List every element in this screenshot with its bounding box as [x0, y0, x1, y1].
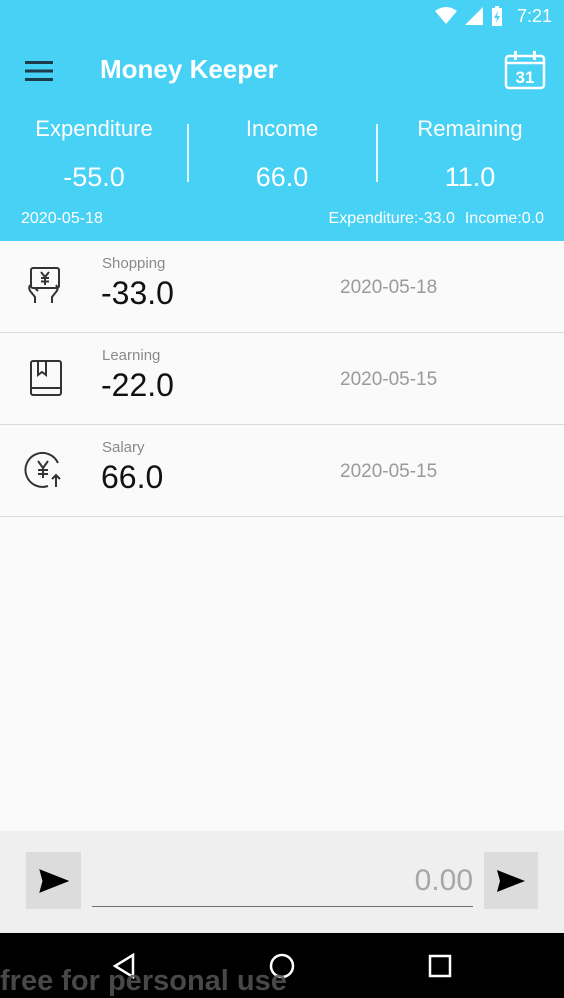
status-bar: 7:21 [0, 0, 564, 32]
daily-income: Income:0.0 [464, 210, 544, 227]
salary-icon [22, 447, 68, 493]
daily-expenditure: Expenditure:-33.0 [328, 210, 455, 227]
current-date: 2020-05-18 [21, 210, 103, 227]
list-item[interactable]: Learning -22.0 2020-05-15 [0, 333, 564, 425]
income-value: 66.0 [255, 162, 309, 192]
calendar-icon: 31 [504, 51, 546, 90]
app-header: Money Keeper 31 Expenditure -55.0 Income… [0, 32, 564, 241]
send-left-button[interactable] [26, 852, 81, 909]
recents-button[interactable] [422, 949, 458, 983]
list-item[interactable]: Shopping -33.0 2020-05-18 [0, 241, 564, 333]
app-title: Money Keeper [100, 54, 278, 84]
remaining-summary: Remaining 11.0 [376, 114, 564, 200]
record-amount: 66.0 [101, 459, 164, 495]
summary-panel: Expenditure -55.0 Income 66.0 Remaining … [0, 114, 564, 200]
shopping-icon [22, 263, 68, 309]
signal-icon [464, 7, 483, 25]
amount-input[interactable] [92, 855, 473, 906]
calendar-day: 31 [516, 68, 535, 87]
amount-field[interactable] [92, 855, 473, 907]
battery-icon [491, 6, 502, 26]
list-item[interactable]: Salary 66.0 2020-05-15 [0, 425, 564, 517]
calendar-button[interactable]: 31 [504, 50, 546, 90]
send-icon [38, 868, 69, 893]
send-right-button[interactable] [484, 852, 538, 909]
hamburger-icon [25, 61, 53, 81]
expenditure-label: Expenditure [35, 116, 153, 141]
status-time: 7:21 [516, 5, 552, 26]
record-category: Shopping [102, 255, 166, 272]
remaining-value: 11.0 [444, 162, 496, 192]
record-category: Salary [102, 439, 145, 456]
send-icon [497, 869, 525, 892]
remaining-label: Remaining [417, 116, 523, 141]
menu-button[interactable] [22, 56, 56, 86]
income-label: Income [245, 116, 319, 141]
record-amount: -33.0 [101, 275, 174, 311]
expenditure-value: -55.0 [63, 162, 125, 192]
income-summary: Income 66.0 [188, 114, 376, 200]
status-icons: 7:21 [434, 4, 552, 28]
record-category: Learning [102, 347, 161, 364]
daily-summary: Expenditure:-33.0 Income:0.0 [319, 210, 544, 228]
record-date: 2020-05-15 [340, 369, 438, 390]
record-date: 2020-05-18 [340, 277, 438, 298]
wifi-icon [434, 7, 457, 24]
book-icon [22, 355, 68, 401]
recents-icon [428, 954, 452, 978]
record-amount: -22.0 [101, 367, 174, 403]
records-list: Shopping -33.0 2020-05-18 Learning -22.0… [0, 241, 564, 517]
watermark: free for personal use [0, 965, 287, 997]
record-date: 2020-05-15 [340, 461, 438, 482]
expenditure-summary: Expenditure -55.0 [0, 114, 188, 200]
amount-input-bar [0, 831, 564, 933]
